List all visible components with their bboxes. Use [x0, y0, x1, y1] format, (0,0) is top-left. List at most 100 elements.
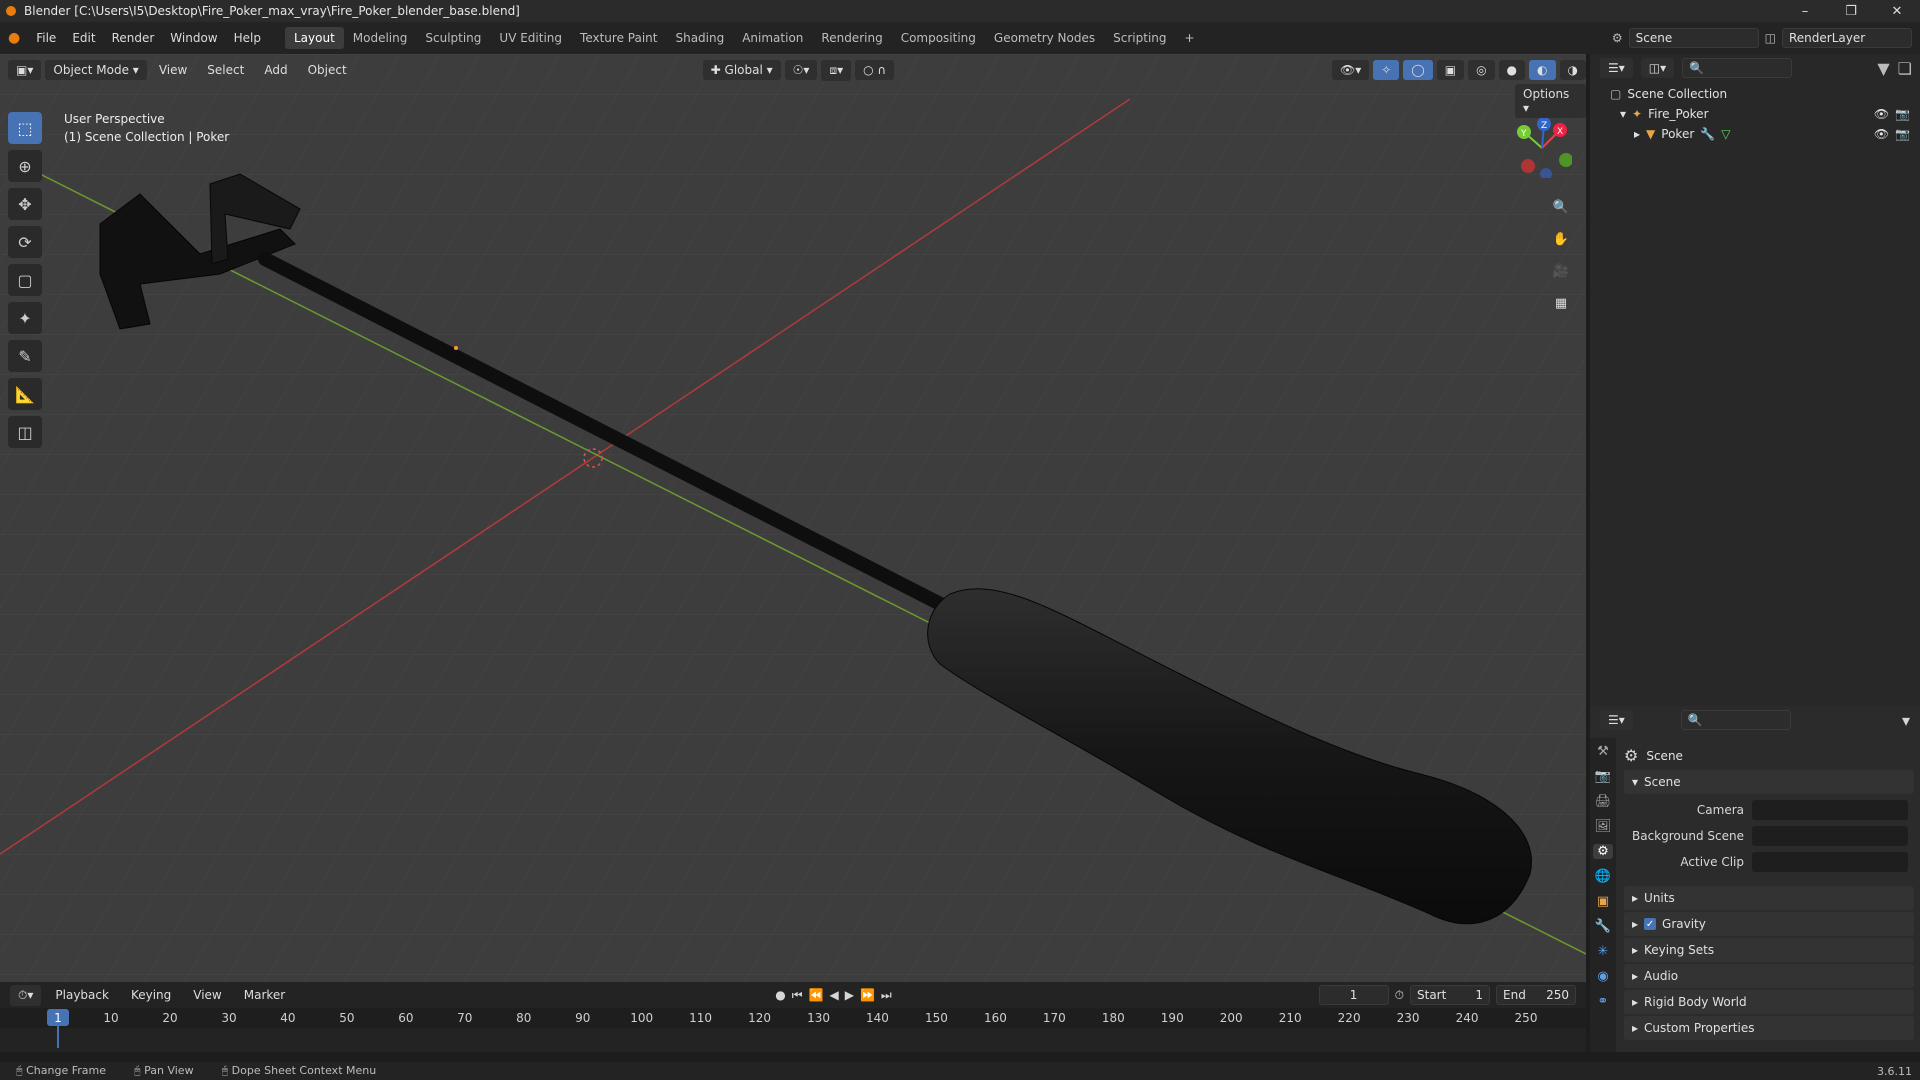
frame-ruler[interactable]: 1 10 20 30 40 50 60 70 80 90 100 110 120 130 140 150 160…: [0, 1008, 1586, 1048]
tab-uv-editing[interactable]: UV Editing: [490, 27, 571, 49]
modifier-wrench-icon[interactable]: 🔧: [1700, 127, 1715, 141]
tab-sculpting[interactable]: Sculpting: [416, 27, 490, 49]
tab-rendering[interactable]: Rendering: [812, 27, 891, 49]
constraints-tab-icon[interactable]: ⚭: [1598, 994, 1609, 1009]
navigation-gizmo[interactable]: X Y Z: [1512, 118, 1572, 178]
scale-tool-icon[interactable]: ▢: [8, 264, 42, 296]
add-cube-tool-icon[interactable]: ◫: [8, 416, 42, 448]
render-tab-icon[interactable]: 📷: [1595, 769, 1611, 784]
tab-texture-paint[interactable]: Texture Paint: [571, 27, 666, 49]
outliner-item-fire-poker[interactable]: ▾ ✦ Fire_Poker 👁 📷: [1610, 104, 1910, 124]
snap-icon[interactable]: ⧈▾: [821, 59, 852, 81]
renderlayer-selector[interactable]: RenderLayer: [1782, 28, 1912, 48]
camera-view-icon[interactable]: 🎥: [1548, 258, 1574, 284]
view-layer-tab-icon[interactable]: 🖼: [1595, 819, 1612, 834]
gravity-panel-header[interactable]: ▸ ✓ Gravity: [1624, 912, 1914, 936]
minimize-button[interactable]: –: [1782, 4, 1828, 19]
particles-tab-icon[interactable]: ✳: [1598, 944, 1609, 959]
expand-arrow-icon[interactable]: ▸: [1634, 127, 1640, 141]
object-tab-icon[interactable]: ▣: [1597, 894, 1609, 909]
shading-rendered-icon[interactable]: ◑: [1559, 60, 1586, 80]
tool-tab-icon[interactable]: ⚒: [1597, 744, 1609, 759]
zoom-icon[interactable]: 🔍: [1548, 194, 1574, 220]
modifier-tab-icon[interactable]: 🔧: [1595, 919, 1611, 934]
transform-tool-icon[interactable]: ✦: [8, 302, 42, 334]
tab-animation[interactable]: Animation: [733, 27, 812, 49]
next-keyframe-icon[interactable]: ⏩: [860, 988, 875, 1002]
perspective-toggle-icon[interactable]: ▦: [1548, 290, 1574, 316]
xray-icon[interactable]: ▣: [1436, 60, 1465, 80]
tab-scripting[interactable]: Scripting: [1104, 27, 1175, 49]
3d-viewport[interactable]: ▣▾ Object Mode ▾ View Select Add Object …: [0, 54, 1586, 982]
keying-sets-panel-header[interactable]: ▸ Keying Sets: [1624, 938, 1914, 962]
gizmo-neg-y-icon[interactable]: [1559, 153, 1572, 167]
menu-file[interactable]: File: [28, 31, 64, 45]
jump-start-icon[interactable]: ⏮: [792, 988, 803, 1003]
outliner-scene-collection[interactable]: ▢ Scene Collection: [1610, 84, 1910, 104]
overlay-toggle-icon[interactable]: ◯: [1403, 60, 1433, 80]
gizmo-neg-z-icon[interactable]: [1540, 168, 1552, 178]
scene-tab-icon[interactable]: ⚙: [1593, 844, 1613, 859]
properties-editor-type-icon[interactable]: ☰▾: [1600, 710, 1633, 730]
gizmo-toggle-icon[interactable]: ✧: [1373, 60, 1400, 80]
menu-help[interactable]: Help: [226, 31, 269, 45]
scene-panel-header[interactable]: ▾ Scene: [1624, 770, 1914, 794]
annotate-tool-icon[interactable]: ✎: [8, 340, 42, 372]
maximize-button[interactable]: ❐: [1828, 4, 1874, 19]
units-panel-header[interactable]: ▸ Units: [1624, 886, 1914, 910]
timeline-menu-marker[interactable]: Marker: [236, 988, 293, 1002]
camera-render-icon[interactable]: 📷: [1895, 127, 1910, 141]
viewport-menu-select[interactable]: Select: [199, 63, 252, 77]
proportional-edit-icon[interactable]: ○ ∩: [855, 60, 895, 80]
transform-orientation-dropdown[interactable]: ✚ Global ▾: [702, 60, 781, 80]
current-frame-field[interactable]: 1: [1318, 985, 1389, 1005]
output-tab-icon[interactable]: 🖨: [1595, 794, 1612, 809]
viewport-menu-object[interactable]: Object: [300, 63, 355, 77]
outliner-editor-type-icon[interactable]: ☰▾: [1600, 58, 1633, 78]
tab-modeling[interactable]: Modeling: [344, 27, 417, 49]
gravity-checkbox[interactable]: ✓: [1644, 918, 1657, 930]
layer-icon[interactable]: ◫: [1765, 31, 1776, 45]
object-mode-dropdown[interactable]: Object Mode ▾: [45, 60, 147, 80]
shading-solid-icon[interactable]: ●: [1498, 60, 1526, 80]
clock-icon[interactable]: ⏱: [1395, 988, 1404, 1003]
gizmo-neg-x-icon[interactable]: [1521, 159, 1535, 173]
pivot-point-icon[interactable]: ☉▾: [784, 60, 818, 80]
menu-window[interactable]: Window: [162, 31, 225, 45]
viewport-menu-view[interactable]: View: [151, 63, 195, 77]
move-tool-icon[interactable]: ✥: [8, 188, 42, 220]
blender-menu-icon[interactable]: ●: [0, 30, 28, 46]
new-collection-icon[interactable]: ❏: [1898, 59, 1920, 78]
editor-type-button[interactable]: ▣▾: [8, 60, 42, 80]
scene-selector[interactable]: Scene: [1628, 28, 1759, 48]
end-frame-field[interactable]: End 250: [1496, 985, 1576, 1005]
tab-shading[interactable]: Shading: [666, 27, 733, 49]
physics-tab-icon[interactable]: ◉: [1597, 969, 1608, 984]
camera-field[interactable]: [1752, 800, 1908, 820]
play-icon[interactable]: ▶: [845, 988, 854, 1002]
close-button[interactable]: ✕: [1874, 4, 1920, 19]
background-scene-field[interactable]: [1752, 826, 1908, 846]
timeline-editor-type-icon[interactable]: ⏱▾: [10, 984, 42, 1006]
shading-material-icon[interactable]: ◐: [1529, 60, 1556, 80]
options-dropdown[interactable]: Options ▾: [1515, 84, 1586, 118]
outliner-search-input[interactable]: 🔍: [1682, 58, 1793, 78]
timeline-menu-playback[interactable]: Playback: [47, 988, 117, 1002]
play-reverse-icon[interactable]: ◀: [829, 988, 838, 1002]
display-mode-icon[interactable]: ◫▾: [1640, 58, 1675, 78]
camera-render-icon[interactable]: 📷: [1895, 107, 1910, 121]
tab-geometry-nodes[interactable]: Geometry Nodes: [985, 27, 1104, 49]
add-workspace-button[interactable]: +: [1176, 27, 1204, 49]
outliner-item-poker[interactable]: ▸ ▼ Poker 🔧 ▽ 👁 📷: [1610, 124, 1910, 144]
menu-render[interactable]: Render: [104, 31, 163, 45]
world-tab-icon[interactable]: 🌐: [1595, 869, 1611, 884]
timeline-menu-keying[interactable]: Keying: [123, 988, 179, 1002]
custom-properties-panel-header[interactable]: ▸ Custom Properties: [1624, 1016, 1914, 1040]
jump-end-icon[interactable]: ⏭: [881, 988, 892, 1003]
cursor-tool-icon[interactable]: ⊕: [8, 150, 42, 182]
active-clip-field[interactable]: [1752, 852, 1908, 872]
record-icon[interactable]: ●: [775, 988, 785, 1002]
eye-icon[interactable]: 👁: [1874, 107, 1889, 121]
rigid-body-world-panel-header[interactable]: ▸ Rigid Body World: [1624, 990, 1914, 1014]
filter-icon[interactable]: ▼: [1877, 59, 1889, 78]
